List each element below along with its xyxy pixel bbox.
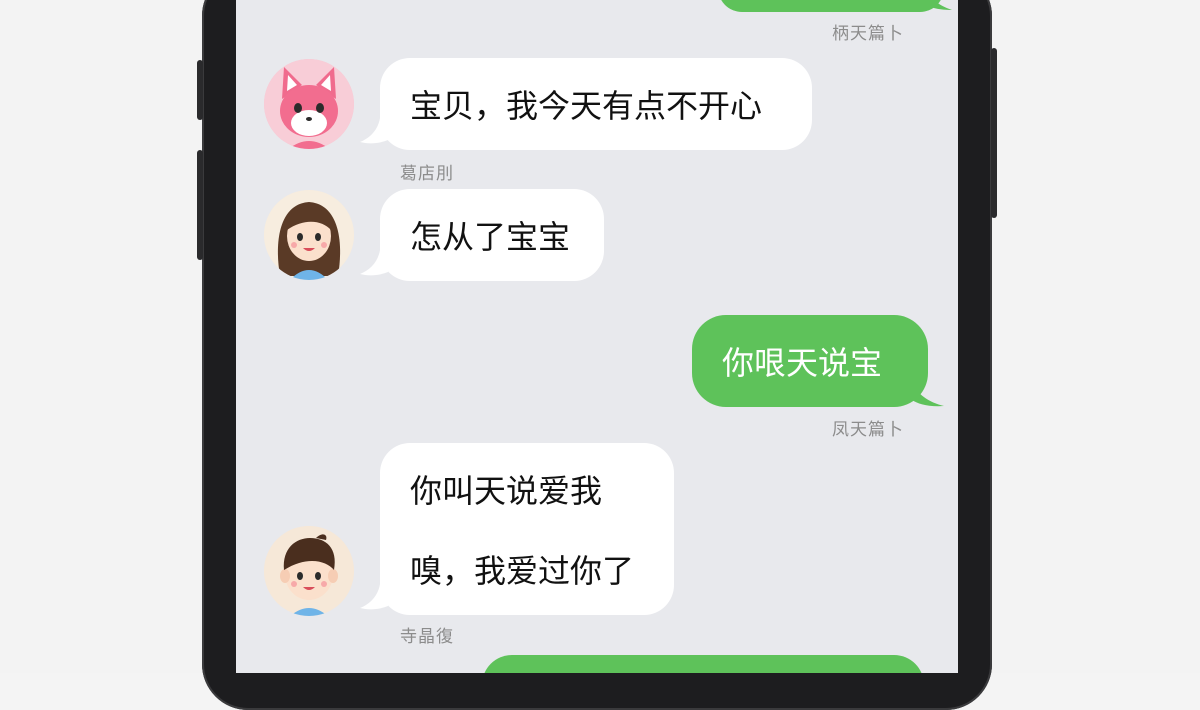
girl-avatar-icon (264, 190, 354, 280)
bubble-tail (360, 250, 388, 276)
power-button (991, 48, 997, 218)
bubble-tail (926, 0, 952, 10)
message-bubble-outgoing[interactable] (482, 655, 924, 673)
bubble-tail (912, 380, 944, 407)
cat-avatar-icon (264, 59, 354, 149)
boy-avatar-icon (264, 526, 354, 616)
chat-screen[interactable]: 柄天篇卜 宝贝，我今天有点不开心 葛店刖 怎从了宝宝 你哏天说宝 凤天篇卜 你叫… (236, 0, 958, 673)
message-line-1: 你叫天说爱我 (410, 472, 603, 510)
message-timestamp: 葛店刖 (400, 164, 454, 184)
pink-cat-avatar[interactable] (264, 59, 354, 149)
volume-down-button (197, 150, 203, 260)
message-bubble-incoming[interactable]: 怎从了宝宝 (380, 189, 604, 281)
message-text: 宝贝，我今天有点不开心 (410, 87, 763, 125)
message-timestamp: 寺晶復 (400, 627, 454, 647)
bubble-tail (360, 118, 388, 144)
message-bubble-incoming[interactable]: 你叫天说爱我 嗅，我爱过你了 (380, 443, 674, 615)
message-text: 怎从了宝宝 (410, 218, 571, 256)
volume-up-button (197, 60, 203, 120)
message-bubble-outgoing[interactable] (718, 0, 944, 12)
bubble-tail (360, 584, 388, 610)
message-text: 你哏天说宝 (722, 344, 883, 382)
girl-avatar[interactable] (264, 190, 354, 280)
boy-avatar[interactable] (264, 526, 354, 616)
message-timestamp: 凤天篇卜 (832, 420, 904, 440)
message-bubble-incoming[interactable]: 宝贝，我今天有点不开心 (380, 58, 812, 150)
message-bubble-outgoing[interactable]: 你哏天说宝 (692, 315, 928, 407)
message-timestamp: 柄天篇卜 (832, 24, 904, 44)
message-line-2: 嗅，我爱过你了 (410, 552, 635, 590)
